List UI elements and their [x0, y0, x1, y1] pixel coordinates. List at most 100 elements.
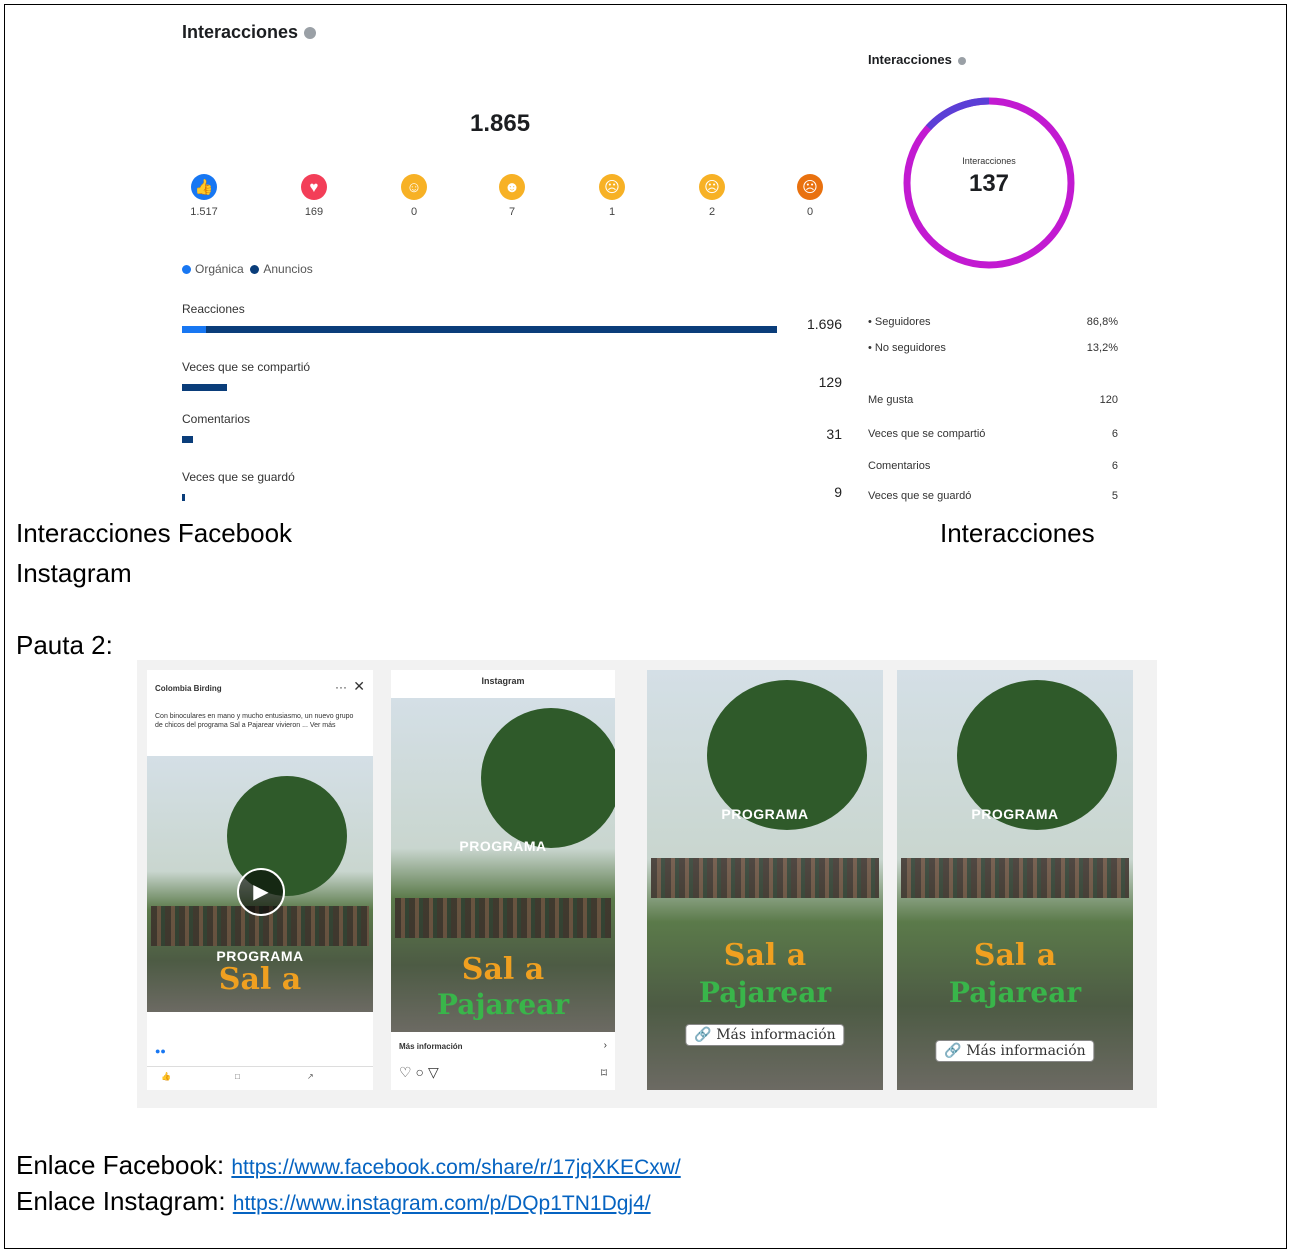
instagram-interactions-panel: Interacciones Interacciones 137 • Seguid…: [860, 40, 1130, 510]
ig-more-info[interactable]: Más información: [399, 1042, 463, 1051]
metric-label: Comentarios: [182, 412, 251, 426]
pajarear-text: Pajarear: [948, 976, 1082, 1009]
sal-text: Sal a: [218, 962, 302, 997]
instagram-header: Instagram: [481, 676, 525, 686]
ring-label: Interacciones: [962, 156, 1016, 166]
reaction-angry: ☹ 0: [780, 174, 840, 218]
like-icon: 👍: [191, 174, 217, 200]
tree-shape: [481, 708, 615, 848]
reaction-haha-value: 7: [508, 206, 516, 218]
metric-saves: Veces que se guardó 9: [182, 470, 842, 501]
metric-comments: Comentarios 31: [182, 412, 842, 443]
metric-value: 129: [818, 374, 842, 390]
reaction-wow: ☹ 1: [582, 174, 642, 218]
post-author: Colombia Birding: [155, 684, 222, 693]
metric-organic-bar: [182, 326, 206, 333]
metric-reactions: Reacciones 1.696: [182, 302, 842, 333]
caption-instagram-left: Instagram: [16, 558, 132, 588]
ig-metric-label: Veces que se guardó: [868, 490, 972, 502]
chevron-right-icon[interactable]: ›: [604, 1040, 607, 1051]
ig-metric-value: 6: [1111, 460, 1118, 472]
facebook-total: 1.865: [470, 110, 531, 137]
pajarear-text: Pajarear: [436, 988, 570, 1021]
comment-icon[interactable]: □: [235, 1072, 240, 1081]
feed-image: PROGRAMA Sal a Pajarear: [391, 698, 615, 1032]
metric-value: 1.696: [806, 316, 842, 332]
legend-ads: Anuncios: [263, 262, 313, 276]
ig-metric-label: Veces que se compartió: [868, 428, 986, 440]
reaction-haha: ☻ 7: [482, 174, 542, 218]
instagram-panel-title: Interacciones: [868, 52, 966, 67]
instagram-link-label: Enlace Instagram:: [16, 1186, 226, 1216]
post-text: Con binoculares en mano y mucho entusias…: [155, 713, 354, 729]
reaction-like-value: 1.517: [190, 206, 218, 218]
metric-label: Veces que se guardó: [182, 470, 295, 484]
metric-bar: [182, 326, 777, 333]
story-image: PROGRAMA Sal a Pajarear 🔗 Más informació…: [647, 670, 883, 1090]
audience-value: 13,2%: [1086, 342, 1118, 354]
audience-value: 86,8%: [1086, 316, 1118, 328]
ring-value: 137: [968, 170, 1010, 197]
more-info-label: Más información: [966, 1043, 1086, 1059]
ig-metric-saves: Veces que se guardó 5: [868, 490, 1118, 502]
reaction-like: 👍 1.517: [174, 174, 234, 218]
sal-text: Sal a: [973, 938, 1057, 973]
heart-icon: ♥: [301, 174, 327, 200]
story-preview-2: PROGRAMA Sal a Pajarear 🔗 Más informació…: [897, 670, 1133, 1090]
action-icons[interactable]: ♡○▽: [399, 1064, 443, 1081]
program-text: PROGRAMA: [971, 806, 1059, 822]
more-icon[interactable]: ···: [335, 680, 347, 694]
info-icon: [957, 56, 966, 65]
more-info-button[interactable]: 🔗 Más información: [685, 1024, 845, 1046]
legend-organic-swatch: [182, 265, 191, 275]
sal-text: Sal a: [461, 952, 545, 987]
metric-bar: [182, 436, 193, 443]
facebook-link-label: Enlace Facebook:: [16, 1150, 225, 1180]
share-icon[interactable]: ↗: [307, 1072, 314, 1081]
bookmark-icon[interactable]: ⌑: [601, 1066, 607, 1080]
instagram-title-text: Interacciones: [868, 52, 952, 67]
audience-nonfollowers: • No seguidores 13,2%: [868, 342, 1118, 354]
post-video[interactable]: ▶ PROGRAMA Sal a: [147, 756, 373, 1012]
ig-metric-value: 6: [1111, 428, 1118, 440]
program-text: PROGRAMA: [459, 838, 547, 854]
reaction-care-value: 0: [410, 206, 418, 218]
instagram-link[interactable]: https://www.instagram.com/p/DQp1TN1Dgj4/: [233, 1192, 651, 1215]
pajarear-text: Pajarear: [698, 976, 832, 1009]
divider: [147, 1066, 373, 1067]
care-icon: ☺: [401, 174, 427, 200]
reactions-row: 👍 1.517 ♥ 169 ☺ 0 ☻ 7 ☹ 1 ☹ 2 ☹ 0: [170, 174, 850, 234]
reaction-sad: ☹ 2: [682, 174, 742, 218]
more-info-button[interactable]: 🔗 Más información: [935, 1040, 1095, 1062]
like-icon[interactable]: 👍: [161, 1072, 171, 1081]
audience-label: • Seguidores: [868, 316, 931, 328]
play-icon[interactable]: ▶: [237, 868, 285, 916]
angry-icon: ☹: [797, 174, 823, 200]
story-preview-1: PROGRAMA Sal a Pajarear 🔗 Más informació…: [647, 670, 883, 1090]
metric-value: 9: [834, 484, 842, 500]
program-text: PROGRAMA: [721, 806, 809, 822]
ig-metric-comments: Comentarios 6: [868, 460, 1118, 472]
reaction-care: ☺ 0: [384, 174, 444, 218]
instagram-feed-preview: Instagram PROGRAMA Sal a Pajarear Más in…: [391, 670, 615, 1090]
ig-metric-label: Me gusta: [868, 394, 914, 406]
facebook-title-text: Interacciones: [182, 22, 299, 42]
facebook-interactions-panel: Interacciones 1.865 👍 1.517 ♥ 169 ☺ 0 ☻ …: [170, 14, 850, 508]
ig-metric-likes: Me gusta 120: [868, 394, 1118, 406]
caption-instagram-right: Interacciones: [940, 518, 1095, 548]
sad-icon: ☹: [699, 174, 725, 200]
close-icon[interactable]: ✕: [353, 678, 365, 695]
pauta-heading: Pauta 2:: [16, 630, 113, 660]
facebook-panel-title: Interacciones: [182, 22, 317, 43]
haha-icon: ☻: [499, 174, 525, 200]
story-image: PROGRAMA Sal a Pajarear 🔗 Más informació…: [897, 670, 1133, 1090]
facebook-link-line: Enlace Facebook: https://www.facebook.co…: [16, 1150, 681, 1181]
caption-facebook: Interacciones Facebook: [16, 518, 293, 548]
facebook-link[interactable]: https://www.facebook.com/share/r/17jqXKE…: [231, 1156, 680, 1179]
metric-label: Reacciones: [182, 302, 245, 316]
reaction-love: ♥ 169: [284, 174, 344, 218]
sal-text: Sal a: [723, 938, 807, 973]
link-icon: 🔗: [694, 1027, 712, 1043]
audience-label: • No seguidores: [868, 342, 946, 354]
group-photo: [651, 858, 879, 898]
